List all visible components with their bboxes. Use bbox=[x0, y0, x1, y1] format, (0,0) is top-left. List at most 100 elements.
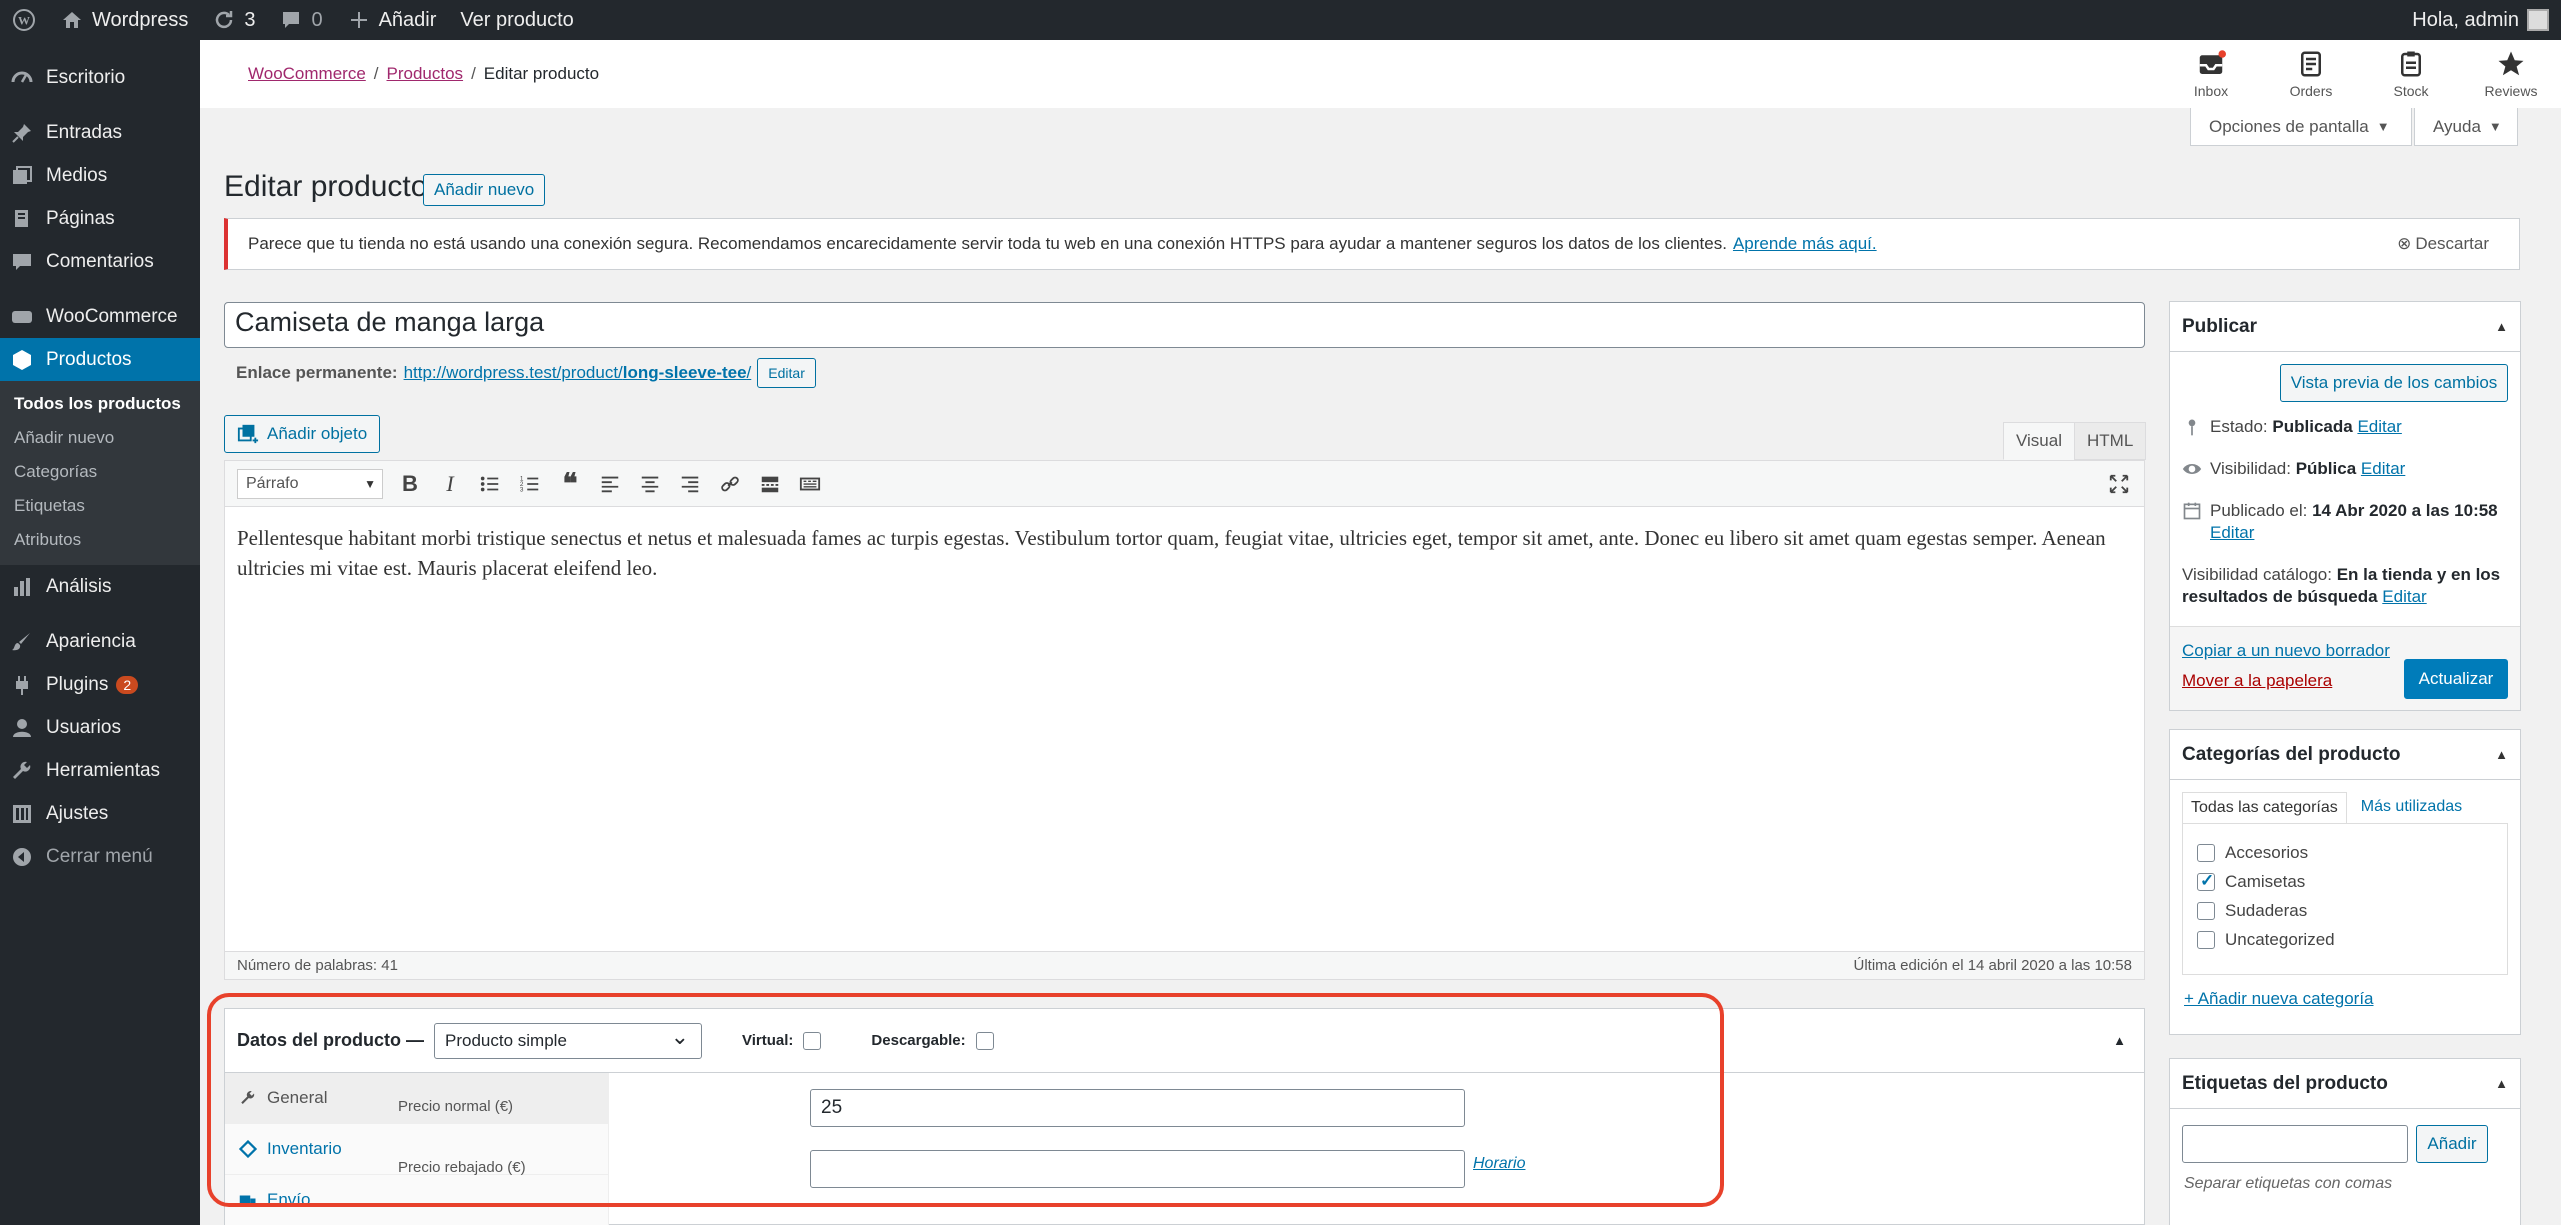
collapse-toggle-icon[interactable]: ▲ bbox=[2495, 319, 2508, 334]
category-checkbox[interactable] bbox=[2197, 871, 2215, 891]
category-item[interactable]: Accesorios bbox=[2183, 838, 2507, 867]
submenu-add-new[interactable]: Añadir nuevo bbox=[0, 421, 200, 455]
tab-most-used[interactable]: Más utilizadas bbox=[2347, 792, 2476, 823]
edit-catalog-link[interactable]: Editar bbox=[2382, 587, 2426, 606]
sidebar-item-usuarios[interactable]: Usuarios bbox=[0, 706, 200, 749]
sale-price-input[interactable] bbox=[810, 1150, 1465, 1188]
bold-icon[interactable]: B bbox=[397, 471, 423, 497]
schedule-link[interactable]: Horario bbox=[1473, 1155, 1525, 1173]
edit-status-link[interactable]: Editar bbox=[2357, 417, 2401, 436]
virtual-checkbox[interactable] bbox=[803, 1031, 822, 1050]
align-left-icon[interactable] bbox=[597, 471, 623, 497]
screen-options-button[interactable]: Opciones de pantalla ▼ bbox=[2190, 108, 2412, 146]
submenu-all-products[interactable]: Todos los productos bbox=[0, 387, 200, 421]
category-label: Accesorios bbox=[2225, 842, 2309, 862]
format-select[interactable]: Párrafo bbox=[237, 468, 383, 499]
collapse-toggle-icon[interactable]: ▲ bbox=[2495, 1076, 2508, 1091]
sidebar-item-entradas[interactable]: Entradas bbox=[0, 111, 200, 154]
comments-link[interactable]: 0 bbox=[267, 0, 334, 40]
add-new-category-link[interactable]: + Añadir nueva categoría bbox=[2170, 975, 2520, 1023]
toolbar-toggle-icon[interactable] bbox=[797, 471, 823, 497]
align-right-icon[interactable] bbox=[677, 471, 703, 497]
editor-toolbar: Párrafo B I 123 ❝ bbox=[225, 461, 2144, 507]
tags-box-header[interactable]: Etiquetas del producto ▲ bbox=[2170, 1059, 2520, 1109]
sidebar-item-herramientas[interactable]: Herramientas bbox=[0, 749, 200, 792]
new-content-menu[interactable]: Añadir bbox=[335, 0, 449, 40]
category-checkbox[interactable] bbox=[2197, 901, 2215, 920]
view-product-link[interactable]: Ver producto bbox=[448, 0, 585, 40]
tab-visual[interactable]: Visual bbox=[2003, 422, 2075, 460]
product-type-select[interactable]: Producto simple bbox=[434, 1022, 703, 1059]
publish-box-header[interactable]: Publicar ▲ bbox=[2170, 302, 2520, 352]
help-button[interactable]: Ayuda ▼ bbox=[2414, 108, 2518, 146]
tab-all-categories[interactable]: Todas las categorías bbox=[2182, 792, 2347, 823]
italic-icon[interactable]: I bbox=[437, 471, 463, 497]
add-new-button[interactable]: Añadir nuevo bbox=[423, 174, 546, 206]
sidebar-item-comentarios[interactable]: Comentarios bbox=[0, 240, 200, 283]
inbox-label: Inbox bbox=[2193, 83, 2229, 99]
sidebar-item-escritorio[interactable]: Escritorio bbox=[0, 56, 200, 99]
tag-input[interactable] bbox=[2182, 1125, 2408, 1163]
sidebar-item-analisis[interactable]: Análisis bbox=[0, 565, 200, 608]
sidebar-item-productos[interactable]: Productos bbox=[0, 338, 200, 381]
preview-changes-button[interactable]: Vista previa de los cambios bbox=[2280, 364, 2508, 402]
sidebar-item-ajustes[interactable]: Ajustes bbox=[0, 792, 200, 835]
copy-to-draft-link[interactable]: Copiar a un nuevo borrador bbox=[2182, 641, 2390, 661]
blockquote-icon[interactable]: ❝ bbox=[557, 468, 583, 499]
numbered-list-icon[interactable]: 123 bbox=[517, 471, 543, 497]
align-center-icon[interactable] bbox=[637, 471, 663, 497]
category-checkbox[interactable] bbox=[2197, 843, 2215, 862]
categories-box: Categorías del producto ▲ Todas las categ… bbox=[2169, 729, 2521, 1035]
notice-learn-more-link[interactable]: Aprende más aquí. bbox=[1733, 234, 1877, 254]
wp-logo-menu[interactable]: W bbox=[0, 0, 48, 40]
dismiss-button[interactable]: ⊗ Descartar bbox=[2397, 234, 2489, 254]
edit-date-link[interactable]: Editar bbox=[2210, 523, 2254, 542]
reviews-button[interactable]: Reviews bbox=[2461, 40, 2561, 108]
read-more-icon[interactable] bbox=[757, 471, 783, 497]
sidebar-item-plugins[interactable]: Plugins 2 bbox=[0, 663, 200, 706]
site-name-link[interactable]: Wordpress bbox=[48, 0, 200, 40]
collapse-toggle-icon[interactable]: ▲ bbox=[2113, 1033, 2126, 1048]
tab-html[interactable]: HTML bbox=[2074, 422, 2147, 460]
sidebar-item-collapse[interactable]: Cerrar menú bbox=[0, 835, 200, 878]
edit-permalink-button[interactable]: Editar bbox=[757, 358, 816, 388]
add-media-button[interactable]: Añadir objeto bbox=[224, 415, 381, 453]
category-item[interactable]: Sudaderas bbox=[2183, 896, 2507, 925]
user-menu[interactable]: Hola, admin bbox=[2400, 0, 2561, 40]
add-tag-button[interactable]: Añadir bbox=[2416, 1125, 2488, 1163]
sidebar-item-apariencia[interactable]: Apariencia bbox=[0, 620, 200, 663]
regular-price-label: Precio normal (€) bbox=[398, 1097, 514, 1115]
category-checkbox[interactable] bbox=[2197, 930, 2215, 949]
permalink-label: Enlace permanente: bbox=[236, 363, 398, 382]
sidebar-item-medios[interactable]: Medios bbox=[0, 154, 200, 197]
update-button[interactable]: Actualizar bbox=[2404, 659, 2508, 699]
submenu-attributes[interactable]: Atributos bbox=[0, 523, 200, 557]
category-item[interactable]: Uncategorized bbox=[2183, 925, 2507, 954]
move-to-trash-link[interactable]: Mover a la papelera bbox=[2182, 671, 2332, 691]
updates-link[interactable]: 3 bbox=[200, 0, 267, 40]
downloadable-checkbox[interactable] bbox=[975, 1031, 994, 1050]
permalink-link[interactable]: http://wordpress.test/product/long-sleev… bbox=[404, 363, 752, 383]
post-title-input[interactable]: Camiseta de manga larga bbox=[224, 302, 2145, 348]
inbox-button[interactable]: Inbox bbox=[2161, 40, 2261, 108]
category-item[interactable]: Camisetas bbox=[2183, 867, 2507, 896]
svg-text:W: W bbox=[18, 14, 30, 28]
sidebar-item-paginas[interactable]: Páginas bbox=[0, 197, 200, 240]
sidebar-item-woocommerce[interactable]: WooCommerce bbox=[0, 295, 200, 338]
breadcrumb-productos-link[interactable]: Productos bbox=[387, 64, 464, 83]
link-icon[interactable] bbox=[717, 471, 743, 497]
categories-box-header[interactable]: Categorías del producto ▲ bbox=[2170, 730, 2520, 780]
submenu-tags[interactable]: Etiquetas bbox=[0, 489, 200, 523]
bullet-list-icon[interactable] bbox=[477, 471, 503, 497]
collapse-toggle-icon[interactable]: ▲ bbox=[2495, 747, 2508, 762]
orders-button[interactable]: Orders bbox=[2261, 40, 2361, 108]
editor-content[interactable]: Pellentesque habitant morbi tristique se… bbox=[225, 507, 2144, 599]
breadcrumb-woocommerce-link[interactable]: WooCommerce bbox=[248, 64, 366, 83]
fullscreen-icon[interactable] bbox=[2106, 471, 2132, 497]
tab-envio[interactable]: Envío bbox=[225, 1175, 608, 1225]
edit-visibility-link[interactable]: Editar bbox=[2361, 459, 2405, 478]
submenu-categories[interactable]: Categorías bbox=[0, 455, 200, 489]
publish-title: Publicar bbox=[2182, 315, 2257, 337]
stock-button[interactable]: Stock bbox=[2361, 40, 2461, 108]
regular-price-input[interactable]: 25 bbox=[810, 1089, 1465, 1127]
